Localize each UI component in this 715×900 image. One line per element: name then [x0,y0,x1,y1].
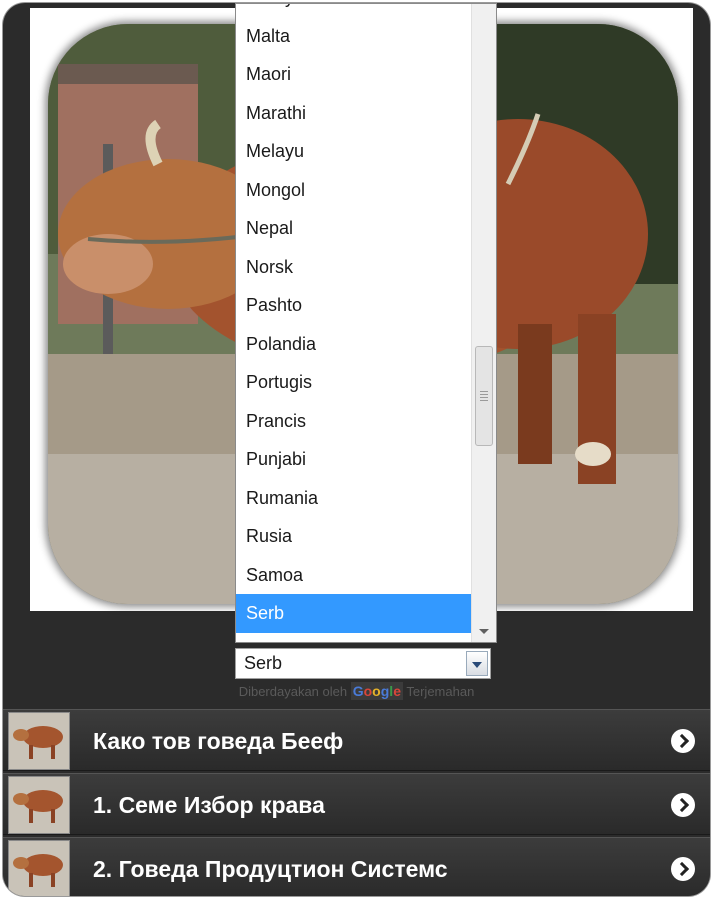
language-select[interactable]: Serb [235,648,491,679]
grip-icon [480,391,488,401]
chevron-right-icon[interactable] [671,729,695,753]
language-select-value: Serb [244,653,283,673]
chevron-right-icon[interactable] [671,857,695,881]
language-option[interactable]: Marathi [236,94,472,133]
language-option[interactable]: Rumania [236,479,472,518]
language-option[interactable]: Samoa [236,556,472,595]
google-logo[interactable]: Google [350,682,403,700]
powered-by-suffix[interactable]: Terjemahan [406,684,474,699]
powered-by-prefix: Diberdayakan oleh [238,684,348,699]
language-option[interactable]: Pashto [236,286,472,325]
menu-item-how-to-beef[interactable]: Како тов говеда Бееф [3,709,710,771]
language-option[interactable]: Maori [236,55,472,94]
language-option[interactable]: Malta [236,17,472,56]
scroll-down-icon[interactable] [479,629,489,634]
language-option[interactable]: Mongol [236,171,472,210]
dropdown-scrollbar[interactable] [471,4,496,642]
language-option[interactable]: Polandia [236,325,472,364]
language-option[interactable]: Melayu [236,132,472,171]
menu-item-label: 1. Семе Избор крава [93,792,325,818]
menu-item-production-systems[interactable]: 2. Говеда Продуцтион Системс [3,837,710,896]
powered-by-text: Diberdayakan oleh Google Terjemahan [3,682,710,700]
menu-item-label: Како тов говеда Бееф [93,728,344,754]
language-option[interactable]: Prancis [236,402,472,441]
language-dropdown-list[interactable]: MalayalamMaltaMaoriMarathiMelayuMongolNe… [235,3,497,643]
menu-item-label: 2. Говеда Продуцтион Системс [93,856,448,882]
cow-thumbnail [8,712,70,770]
language-option[interactable]: Portugis [236,363,472,402]
language-option[interactable]: Malayalam [236,4,472,17]
scroll-thumb[interactable] [475,346,493,446]
language-option[interactable]: Nepal [236,209,472,248]
language-option[interactable]: Punjabi [236,440,472,479]
dropdown-arrow-icon [472,662,482,668]
language-option[interactable]: Serb [236,594,472,633]
cow-thumbnail [8,776,70,834]
cow-thumbnail [8,840,70,896]
language-option[interactable]: Rusia [236,517,472,556]
menu-item-seed-selection[interactable]: 1. Семе Избор крава [3,773,710,835]
language-options: MalayalamMaltaMaoriMarathiMelayuMongolNe… [236,4,472,633]
app-frame: MalayalamMaltaMaoriMarathiMelayuMongolNe… [3,3,710,896]
dropdown-arrow-button[interactable] [466,651,488,676]
chevron-right-icon[interactable] [671,793,695,817]
language-option[interactable]: Norsk [236,248,472,287]
